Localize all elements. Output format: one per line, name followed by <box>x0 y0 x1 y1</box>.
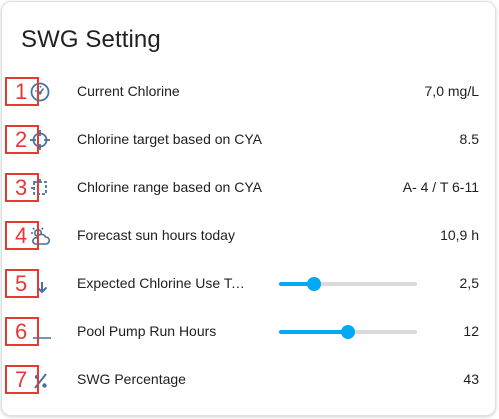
row-value: 43 <box>463 371 479 387</box>
annotation-number-6: 6 <box>5 317 39 346</box>
entity-row-forecast-sun-hours[interactable]: 4 Forecast sun hours today 10,9 h <box>2 216 497 256</box>
pool-pump-slider[interactable] <box>279 325 417 339</box>
entity-row-expected-chlorine-use[interactable]: 5 Expected Chlorine Use Today 2,5 <box>2 264 497 304</box>
entity-row-chlorine-range[interactable]: 3 Chlorine range based on CYA A- 4 / T 6… <box>2 168 497 208</box>
entity-row-swg-percentage[interactable]: 7 SWG Percentage 43 <box>2 360 497 400</box>
row-label: SWG Percentage <box>77 371 186 387</box>
row-label: Chlorine target based on CYA <box>77 131 262 147</box>
row-label: Current Chlorine <box>77 83 180 99</box>
annotation-number-5: 5 <box>5 269 39 298</box>
annotation-number-3: 3 <box>5 173 39 202</box>
slider-fill <box>279 330 348 334</box>
row-value: 10,9 h <box>440 227 479 243</box>
row-value: 12 <box>463 323 479 339</box>
entity-row-chlorine-target[interactable]: 2 Chlorine target based on CYA 8.5 <box>2 120 497 160</box>
swg-setting-card: SWG Setting 1 Current Chlorine 7,0 mg/L <box>1 1 496 416</box>
entity-row-pool-pump-run-hours[interactable]: 6 Pool Pump Run Hours 12 <box>2 312 497 352</box>
slider-thumb[interactable] <box>341 325 355 339</box>
annotation-number-1: 1 <box>5 77 39 106</box>
row-value: 2,5 <box>459 275 479 291</box>
entity-row-current-chlorine[interactable]: 1 Current Chlorine 7,0 mg/L <box>2 72 497 112</box>
row-label: Pool Pump Run Hours <box>77 323 217 339</box>
annotation-number-7: 7 <box>5 365 39 394</box>
row-value: A- 4 / T 6-11 <box>402 179 479 195</box>
annotation-number-4: 4 <box>5 221 39 250</box>
card-title: SWG Setting <box>21 26 161 53</box>
row-value: 7,0 mg/L <box>424 83 479 99</box>
slider-thumb[interactable] <box>307 277 321 291</box>
expected-chlorine-slider[interactable] <box>279 277 417 291</box>
row-value: 8.5 <box>459 131 479 147</box>
row-label: Chlorine range based on CYA <box>77 179 262 195</box>
row-label: Forecast sun hours today <box>77 227 235 243</box>
row-label: Expected Chlorine Use Today <box>77 275 249 291</box>
annotation-number-2: 2 <box>5 125 39 154</box>
